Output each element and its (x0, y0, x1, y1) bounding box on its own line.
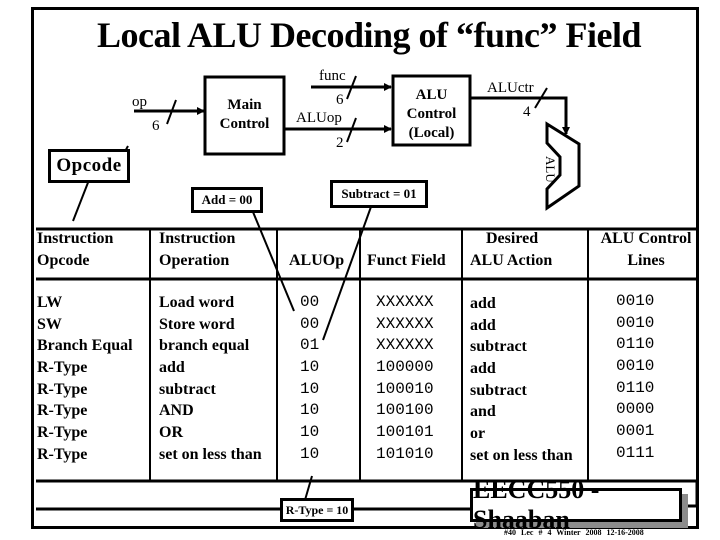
footer-connector (688, 481, 699, 508)
column-aluop: 00 00 01 10 10 10 10 10 (300, 292, 319, 466)
table-cell: 100010 (376, 379, 434, 398)
table-cell: 00 (300, 314, 320, 333)
table-cell: set on less than (159, 445, 262, 463)
table-cell: R-Type (37, 380, 88, 398)
table-cell: add (470, 295, 496, 312)
table-cell: 101010 (376, 444, 434, 463)
table-cell: Load word (159, 294, 235, 311)
table-cell: OR (159, 424, 183, 442)
table-cell: AND (159, 402, 194, 420)
table-cell: or (470, 425, 486, 443)
header-aluop: ALUOp (289, 252, 345, 269)
table-cell: 0000 (616, 400, 655, 419)
table-cell: add (159, 359, 185, 377)
table-cell: Branch Equal (37, 337, 133, 355)
table-cell: and (470, 403, 496, 421)
table-cell: R-Type (37, 445, 88, 463)
header-desired-action: Desired ALU Action (470, 230, 553, 269)
table-cell: SW (37, 315, 62, 333)
table-cell: 0110 (616, 378, 655, 397)
table-cell: 01 (300, 336, 320, 355)
header-instruction-operation: Instruction Operation (159, 230, 236, 269)
table-cell: 0010 (616, 292, 655, 310)
aluctr-label: ALUctr (487, 80, 534, 96)
subtract-leader (322, 203, 373, 341)
header-instruction-opcode: Instruction Opcode (37, 230, 114, 269)
table-cell: R-Type (37, 359, 88, 377)
column-control-lines: 0010 0010 0110 0010 0110 0000 0001 0111 (616, 291, 654, 465)
table-cell: XXXXXX (376, 314, 434, 333)
table-cell: 10 (300, 358, 320, 377)
table-cell: R-Type (37, 402, 88, 420)
table-cell: R-Type (37, 424, 88, 442)
column-action: add add subtract add subtract and or set… (470, 293, 573, 467)
table-cell: 0111 (616, 443, 655, 462)
header-funct-field: Funct Field (367, 252, 446, 269)
table-cell: 10 (300, 444, 320, 463)
table-cell: 0010 (616, 313, 655, 332)
table-cell: add (470, 316, 496, 334)
aluop-label: ALUop (296, 110, 342, 126)
table-cell: 0010 (616, 357, 655, 376)
aluctr-width-label: 4 (523, 104, 531, 120)
course-footer-badge: EECC550 - Shaaban (470, 475, 682, 534)
table-cell: 00 (300, 293, 320, 311)
table-cell: 10 (300, 379, 320, 398)
table-cell: 0001 (616, 422, 655, 441)
header-alu-control-lines: ALU Control Lines (600, 230, 692, 269)
table-cell: 10 (300, 423, 320, 442)
rtype-callout: R-Type = 10 (280, 498, 354, 522)
opcode-leader (72, 179, 90, 222)
op-width-label: 6 (152, 118, 160, 134)
func-width-label: 6 (336, 92, 344, 108)
table-cell: Store word (159, 315, 235, 333)
func-label: func (319, 68, 346, 84)
table-cell: subtract (159, 380, 216, 398)
table-cell: 100100 (376, 401, 434, 420)
table-cell: subtract (470, 338, 527, 356)
table-cell: 0110 (616, 335, 655, 354)
main-control-label: Main Control (219, 97, 270, 132)
column-opcode: LW SW Branch Equal R-Type R-Type R-Type … (37, 292, 133, 466)
opcode-callout: Opcode (48, 149, 130, 183)
table-cell: 10 (300, 401, 320, 420)
subtract-callout: Subtract = 01 (330, 180, 428, 208)
table-cell: add (470, 360, 496, 378)
table-cell: subtract (470, 381, 527, 399)
table-cell: set on less than (470, 446, 573, 464)
alu-label: ALU (543, 156, 558, 183)
table-cell: LW (37, 294, 63, 311)
add-callout: Add = 00 (191, 187, 263, 213)
table-cell: branch equal (159, 337, 250, 355)
column-operation: Load word Store word branch equal add su… (159, 292, 262, 466)
table-cell: 100101 (376, 423, 434, 442)
aluop-width-label: 2 (336, 135, 344, 151)
table-cell: 100000 (376, 358, 434, 377)
alu-control-label: ALU Control (Local) (406, 87, 457, 141)
column-funct: XXXXXX XXXXXX XXXXXX 100000 100010 10010… (376, 292, 434, 466)
slide-meta: #40 Lec # 4 Winter 2008 12-16-2008 (504, 528, 644, 537)
table-cell: XXXXXX (376, 336, 434, 355)
table-cell: XXXXXX (376, 293, 434, 311)
op-label: op (132, 94, 147, 110)
